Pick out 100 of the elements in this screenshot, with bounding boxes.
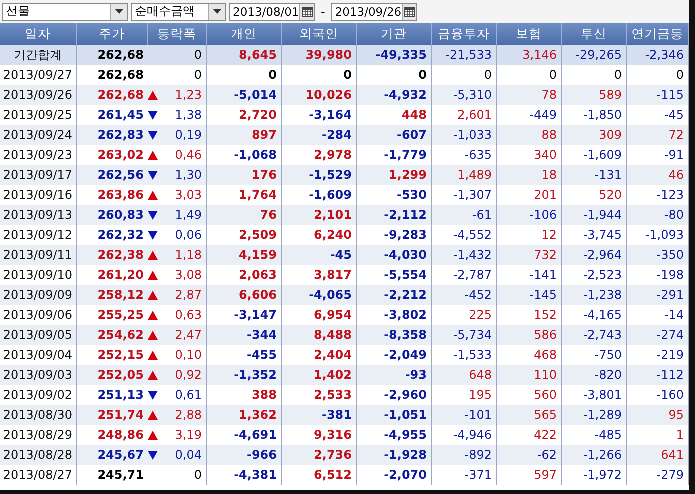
price-cell: 262,56 bbox=[77, 165, 148, 185]
column-header[interactable]: 일자 bbox=[0, 23, 77, 45]
date-field[interactable]: 2013/08/01 bbox=[229, 2, 315, 20]
date-cell: 2013/08/28 bbox=[0, 445, 77, 465]
column-header[interactable]: 연기금등 bbox=[627, 23, 689, 45]
column-header[interactable]: 금융투자 bbox=[432, 23, 497, 45]
column-header[interactable]: 기관 bbox=[357, 23, 432, 45]
price-cell: 252,05 bbox=[77, 365, 148, 385]
calendar-icon bbox=[302, 6, 313, 16]
table-cell: 1,299 bbox=[357, 165, 432, 185]
date-cell: 2013/09/24 bbox=[0, 125, 77, 145]
table-cell: -5,014 bbox=[207, 85, 282, 105]
table-cell: -5,310 bbox=[432, 85, 497, 105]
table-cell: -1,238 bbox=[562, 285, 627, 305]
price-cell: 260,83 bbox=[77, 205, 148, 225]
table-cell: -1,033 bbox=[432, 125, 497, 145]
caret-icon bbox=[114, 9, 124, 14]
table-cell: 76 bbox=[207, 205, 282, 225]
change-value: 1,18 bbox=[174, 247, 202, 264]
table-cell: -966 bbox=[207, 445, 282, 465]
table-cell: 586 bbox=[497, 325, 562, 345]
table-cell: 8,488 bbox=[282, 325, 357, 345]
table-cell: -101 bbox=[432, 405, 497, 425]
table-cell: -2,112 bbox=[357, 205, 432, 225]
change-value: 1,38 bbox=[174, 107, 202, 124]
change-value: 0,61 bbox=[174, 387, 202, 404]
table-cell: -1,529 bbox=[282, 165, 357, 185]
table-cell: -1,352 bbox=[207, 365, 282, 385]
table-cell: 648 bbox=[432, 365, 497, 385]
date-cell: 2013/09/13 bbox=[0, 205, 77, 225]
table-cell: 46 bbox=[627, 165, 689, 185]
table-cell: 18 bbox=[497, 165, 562, 185]
date-cell: 2013/09/09 bbox=[0, 285, 77, 305]
change-value: 1,23 bbox=[174, 87, 202, 104]
change-value: 1,49 bbox=[174, 207, 202, 224]
table-cell: -1,432 bbox=[432, 245, 497, 265]
table-cell: -2,743 bbox=[562, 325, 627, 345]
table-cell: 1,362 bbox=[207, 405, 282, 425]
column-header[interactable]: 투신 bbox=[562, 23, 627, 45]
column-header[interactable]: 개인 bbox=[207, 23, 282, 45]
table-cell: 95 bbox=[627, 405, 689, 425]
price-cell: 245,67 bbox=[77, 445, 148, 465]
table-cell: 176 bbox=[207, 165, 282, 185]
table-cell: -350 bbox=[627, 245, 689, 265]
table-cell: -1,289 bbox=[562, 405, 627, 425]
column-header[interactable]: 외국인 bbox=[282, 23, 357, 45]
table-cell: -381 bbox=[282, 405, 357, 425]
date-cell: 기간합계 bbox=[0, 45, 77, 65]
table-cell: 1,489 bbox=[432, 165, 497, 185]
table-cell: -21,533 bbox=[432, 45, 497, 65]
change-value: 3,08 bbox=[174, 267, 202, 284]
table-cell: -106 bbox=[497, 205, 562, 225]
table-cell: 2,736 bbox=[282, 445, 357, 465]
table-cell: -820 bbox=[562, 365, 627, 385]
table-cell: -2,346 bbox=[627, 45, 689, 65]
table-cell: 88 bbox=[497, 125, 562, 145]
change-value: 0 bbox=[193, 467, 202, 484]
column-header[interactable]: 주가 bbox=[77, 23, 148, 45]
calendar-icon bbox=[404, 6, 415, 16]
price-cell: 262,38 bbox=[77, 245, 148, 265]
change-value: 0,19 bbox=[174, 127, 202, 144]
table-cell: -2,964 bbox=[562, 245, 627, 265]
change-value: 2,88 bbox=[174, 407, 202, 424]
change-value: 0,10 bbox=[174, 347, 202, 364]
table-cell: -45 bbox=[282, 245, 357, 265]
table-cell: 732 bbox=[497, 245, 562, 265]
change-value: 0,04 bbox=[174, 447, 202, 464]
change-value: 2,47 bbox=[174, 327, 202, 344]
date-field[interactable]: 2013/09/26 bbox=[331, 2, 418, 20]
dropdown[interactable]: 선물 bbox=[2, 2, 128, 20]
table-cell: 110 bbox=[497, 365, 562, 385]
date-cell: 2013/09/26 bbox=[0, 85, 77, 105]
change-value: 0 bbox=[193, 47, 202, 64]
dropdown[interactable]: 순매수금액 bbox=[131, 2, 226, 20]
change-value: 3,19 bbox=[174, 427, 202, 444]
table-cell: -29,265 bbox=[562, 45, 627, 65]
price-cell: 262,68 bbox=[77, 45, 148, 65]
range-separator: - bbox=[320, 4, 326, 18]
table-cell: -1,266 bbox=[562, 445, 627, 465]
table-cell: -2,212 bbox=[357, 285, 432, 305]
table-cell: -115 bbox=[627, 85, 689, 105]
table-cell: -49,335 bbox=[357, 45, 432, 65]
table-cell: 1,402 bbox=[282, 365, 357, 385]
table-cell: 3,146 bbox=[497, 45, 562, 65]
table-cell: -131 bbox=[562, 165, 627, 185]
table-cell: -284 bbox=[282, 125, 357, 145]
table-cell: 8,645 bbox=[207, 45, 282, 65]
change-value: 2,87 bbox=[174, 287, 202, 304]
date-cell: 2013/08/30 bbox=[0, 405, 77, 425]
table-cell: 641 bbox=[627, 445, 689, 465]
table-cell: -5,734 bbox=[432, 325, 497, 345]
column-header[interactable]: 보험 bbox=[497, 23, 562, 45]
table-cell: 39,980 bbox=[282, 45, 357, 65]
table-cell: -93 bbox=[357, 365, 432, 385]
price-cell: 254,62 bbox=[77, 325, 148, 345]
column-header[interactable]: 등락폭 bbox=[148, 23, 207, 45]
table-cell: 309 bbox=[562, 125, 627, 145]
change-value: 1,30 bbox=[174, 167, 202, 184]
table-cell: -4,932 bbox=[357, 85, 432, 105]
change-value: 0,92 bbox=[174, 367, 202, 384]
